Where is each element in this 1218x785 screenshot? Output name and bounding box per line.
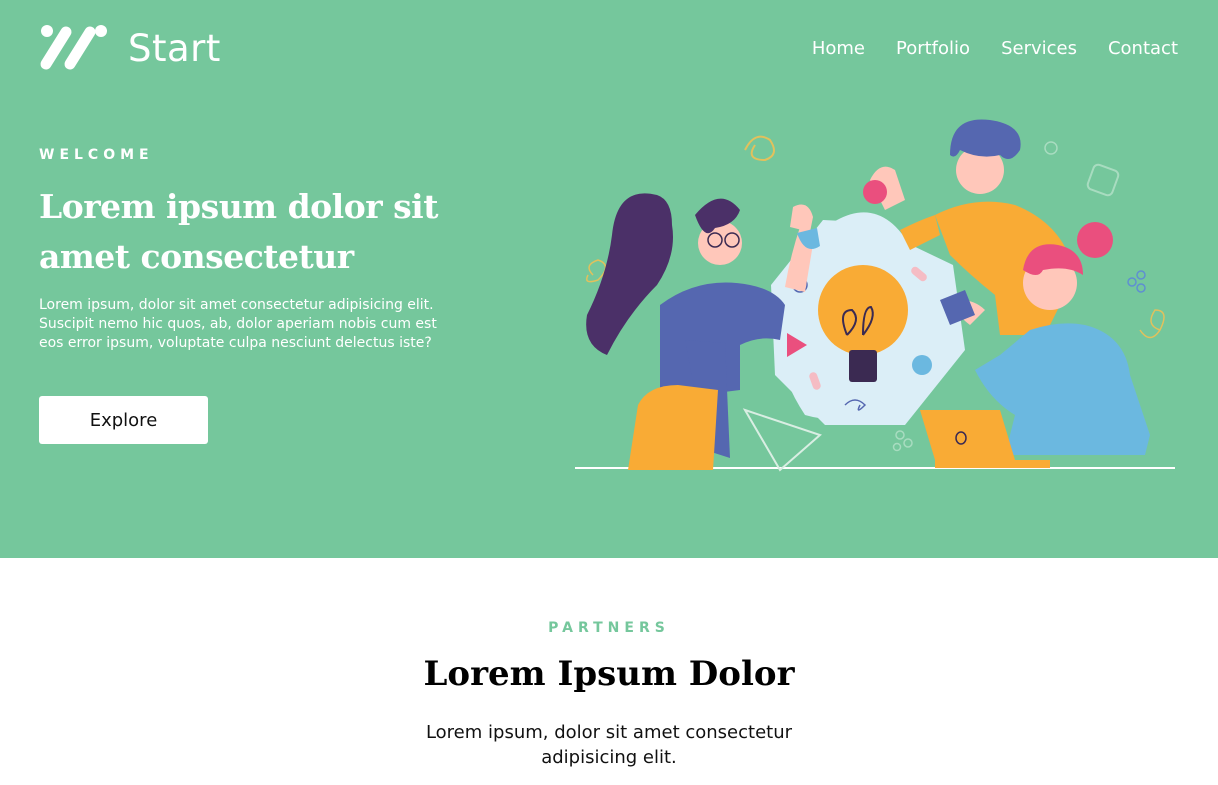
nav-services[interactable]: Services xyxy=(1001,38,1077,59)
hero-description: Lorem ipsum, dolor sit amet consectetur … xyxy=(39,297,437,351)
hero-section: Start Home Portfolio Services Contact WE… xyxy=(0,0,1218,558)
nav-portfolio[interactable]: Portfolio xyxy=(896,38,970,59)
hero-title: Lorem ipsum dolor sit amet consectetur xyxy=(39,187,438,276)
nav-home[interactable]: Home xyxy=(812,38,865,59)
brand-logo[interactable]: Start xyxy=(38,24,221,72)
logo-slashes-icon xyxy=(40,25,107,70)
partners-kicker: PARTNERS xyxy=(548,620,670,636)
hero-kicker: WELCOME xyxy=(39,147,154,163)
brand-name[interactable]: Start xyxy=(128,27,221,70)
nav-contact[interactable]: Contact xyxy=(1108,38,1178,59)
explore-button[interactable]: Explore xyxy=(39,396,208,444)
partners-title: Lorem Ipsum Dolor xyxy=(423,654,795,694)
partners-description: Lorem ipsum, dolor sit amet consectetur … xyxy=(425,722,793,768)
team-ideas-illustration xyxy=(575,119,1175,472)
main-nav: Home Portfolio Services Contact xyxy=(812,38,1178,59)
